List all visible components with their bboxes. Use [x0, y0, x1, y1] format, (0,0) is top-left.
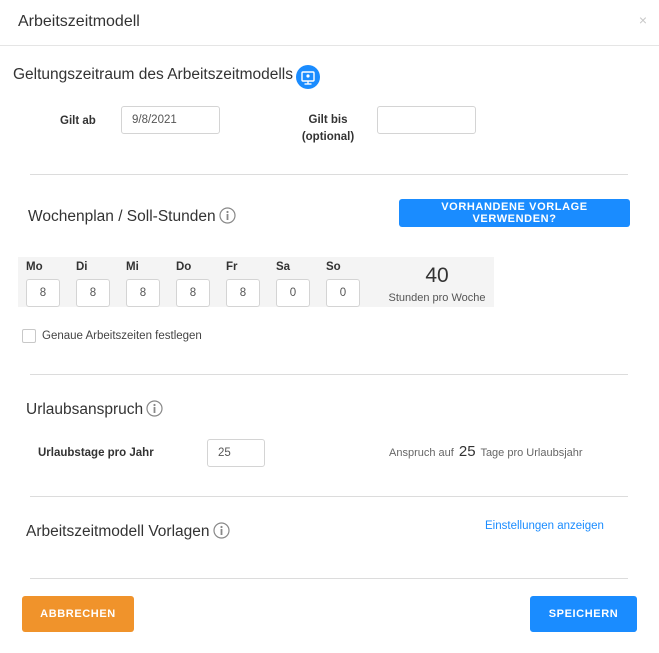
templates-title-text: Arbeitszeitmodell Vorlagen	[26, 523, 210, 540]
exact-times-label: Genaue Arbeitszeiten festlegen	[42, 330, 202, 342]
vacation-claim-text: Anspruch auf 25 Tage pro Urlaubsjahr	[389, 443, 583, 460]
day-name: So	[326, 261, 341, 273]
claim-prefix: Anspruch auf	[389, 447, 454, 459]
info-icon[interactable]	[218, 207, 236, 224]
divider	[30, 374, 628, 375]
templates-section-title: Arbeitszeitmodell Vorlagen	[26, 522, 230, 541]
divider	[30, 496, 628, 497]
day-name: Do	[176, 261, 192, 273]
info-icon[interactable]	[146, 400, 163, 417]
day-hours-input[interactable]	[126, 279, 160, 307]
exact-times-checkbox[interactable]	[22, 329, 36, 343]
info-icon[interactable]	[212, 522, 230, 539]
day-hours-input[interactable]	[76, 279, 110, 307]
valid-from-label: Gilt ab	[60, 115, 96, 127]
close-icon[interactable]: ×	[639, 12, 647, 28]
weekplan-section-title: Wochenplan / Soll-Stunden	[28, 207, 236, 226]
week-hours-grid: Mo Di Mi Do Fr Sa So 40 Stunden p	[18, 257, 494, 307]
divider	[30, 174, 628, 175]
save-button[interactable]: SPEICHERN	[530, 596, 637, 632]
day-hours-input[interactable]	[26, 279, 60, 307]
day-name: Sa	[276, 261, 291, 273]
claim-suffix: Tage pro Urlaubsjahr	[480, 447, 583, 459]
use-template-button[interactable]: VORHANDENE VORLAGE VERWENDEN?	[399, 199, 630, 227]
divider	[30, 578, 628, 579]
valid-to-label-line2: (optional)	[301, 131, 355, 143]
weekly-total: 40 Stunden pro Woche	[384, 263, 490, 304]
valid-to-input[interactable]	[377, 106, 476, 134]
validity-section-title: Geltungszeitraum des Arbeitszeitmodells	[13, 66, 293, 83]
valid-to-label-line1: Gilt bis	[308, 114, 348, 126]
day-hours-input[interactable]	[276, 279, 310, 307]
valid-to-label: Gilt bis (optional)	[298, 112, 358, 146]
dialog-header: Arbeitszeitmodell ×	[0, 0, 659, 46]
day-name: Fr	[226, 261, 238, 273]
weekplan-title-text: Wochenplan / Soll-Stunden	[28, 208, 216, 225]
work-time-model-dialog: Arbeitszeitmodell × Geltungszeitraum des…	[0, 0, 659, 653]
weekly-total-unit: Stunden pro Woche	[388, 292, 486, 304]
vacation-section-title: Urlaubsanspruch	[26, 400, 163, 419]
cancel-button[interactable]: ABBRECHEN	[22, 596, 134, 632]
show-settings-link[interactable]: Einstellungen anzeigen	[485, 520, 604, 532]
vacation-days-input[interactable]	[207, 439, 265, 467]
day-name: Mo	[26, 261, 43, 273]
vacation-title-text: Urlaubsanspruch	[26, 401, 144, 418]
dialog-title: Arbeitszeitmodell	[18, 13, 140, 30]
valid-from-input[interactable]	[121, 106, 220, 134]
day-hours-input[interactable]	[176, 279, 210, 307]
day-hours-input[interactable]	[226, 279, 260, 307]
calendar-badge-icon[interactable]	[296, 65, 320, 89]
vacation-days-label: Urlaubstage pro Jahr	[38, 447, 154, 459]
day-name: Di	[76, 261, 88, 273]
claim-days: 25	[458, 443, 476, 460]
day-name: Mi	[126, 261, 139, 273]
weekly-total-hours: 40	[425, 264, 449, 287]
day-hours-input[interactable]	[326, 279, 360, 307]
